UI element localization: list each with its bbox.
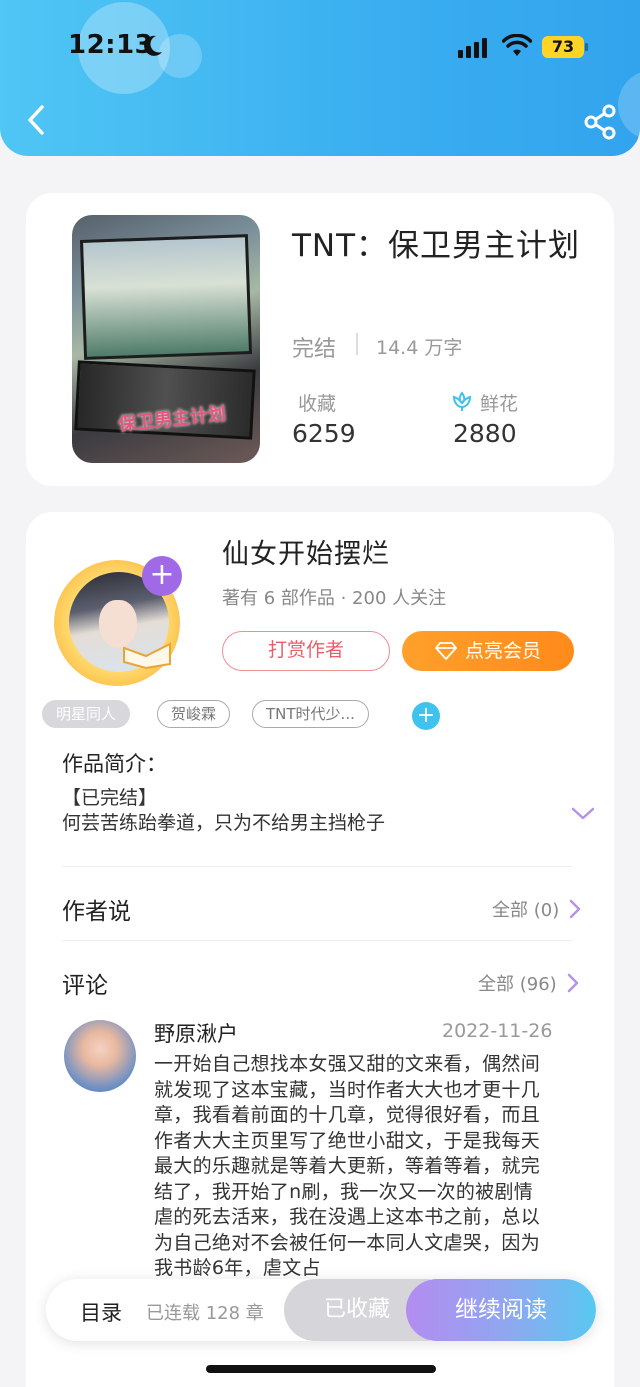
book-status: 完结 — [292, 337, 337, 362]
commenter-name[interactable]: 野原湫户 — [154, 1018, 238, 1048]
comment-text[interactable]: 一开始自己想找本女强又甜的文来看，偶然间就发现了这本宝藏，当时作者大大也才更十几… — [154, 1052, 552, 1282]
book-cover[interactable]: 保卫男主计划 — [72, 215, 260, 463]
intro-text: 【已完结】 何芸苦练跆拳道，只为不给男主挡枪子 — [62, 786, 385, 836]
battery-indicator: 73 — [542, 36, 584, 58]
wifi-icon — [502, 34, 532, 56]
chevron-down-icon[interactable] — [570, 806, 596, 822]
diamond-icon — [435, 642, 457, 660]
intro-label: 作品简介： — [62, 752, 167, 776]
chevron-right-icon — [567, 973, 578, 993]
chapter-count: 已连载 128 章 — [146, 1303, 264, 1324]
divider — [356, 333, 358, 355]
decor-bubble — [618, 70, 640, 140]
tag-item[interactable]: TNT时代少... — [252, 700, 369, 728]
flowers-label: 鲜花 — [480, 393, 519, 415]
comments-more[interactable]: 全部 (96) — [478, 970, 579, 996]
intro-line: 【已完结】 — [62, 787, 158, 809]
follow-author-button[interactable]: + — [142, 556, 182, 596]
word-count: 14.4 万字 — [376, 337, 463, 359]
continue-reading-button[interactable]: 继续阅读 — [406, 1279, 596, 1341]
book-decor-icon — [123, 642, 171, 670]
bottom-action-bar: 目录 已连载 128 章 已收藏 继续阅读 — [46, 1279, 596, 1341]
home-indicator[interactable] — [206, 1365, 436, 1373]
divider — [62, 940, 572, 941]
moon-icon — [144, 35, 162, 56]
intro-line: 何芸苦练跆拳道，只为不给男主挡枪子 — [62, 812, 386, 834]
book-title: TNT：保卫男主计划 — [292, 228, 581, 264]
battery-tip — [585, 43, 588, 51]
author-meta: 著有 6 部作品 · 200 人关注 — [222, 588, 447, 609]
chevron-right-icon — [569, 899, 581, 919]
vip-button[interactable]: 点亮会员 — [402, 631, 574, 671]
author-says-count: 全部 (0) — [492, 900, 560, 921]
status-time: 12:13 — [68, 30, 154, 60]
chevron-left-icon — [28, 105, 44, 135]
author-name[interactable]: 仙女开始摆烂 — [222, 532, 390, 571]
vip-button-label: 点亮会员 — [464, 640, 541, 662]
back-button[interactable] — [20, 100, 52, 140]
author-says-more[interactable]: 全部 (0) — [492, 896, 581, 922]
header: 12:13 73 — [0, 0, 640, 156]
divider — [62, 866, 572, 867]
detail-card: + 仙女开始摆烂 著有 6 部作品 · 200 人关注 打赏作者 点亮会员 明星… — [26, 512, 614, 1387]
signal-icon — [458, 38, 487, 58]
flower-icon — [452, 391, 472, 411]
tip-author-button[interactable]: 打赏作者 — [222, 631, 390, 671]
favorites-label: 收藏 — [298, 393, 337, 415]
commenter-avatar[interactable] — [64, 1020, 136, 1092]
author-says-title: 作者说 — [62, 899, 131, 925]
comments-count: 全部 (96) — [478, 974, 557, 995]
decor-bubble — [158, 34, 202, 78]
tag-item[interactable]: 明星同人 — [42, 700, 131, 728]
flowers-count: 2880 — [453, 419, 517, 448]
favorites-count: 6259 — [292, 419, 356, 448]
tag-item[interactable]: 贺峻霖 — [157, 700, 231, 728]
toc-button[interactable]: 目录 — [80, 1297, 122, 1327]
cover-panel — [79, 234, 253, 360]
comments-title: 评论 — [62, 973, 108, 999]
share-icon[interactable] — [580, 102, 620, 142]
comment-date: 2022-11-26 — [442, 1020, 553, 1042]
book-info-card: 保卫男主计划 TNT：保卫男主计划 完结 14.4 万字 收藏 6259 鲜花 … — [26, 193, 614, 486]
add-tag-button[interactable]: + — [412, 702, 440, 730]
